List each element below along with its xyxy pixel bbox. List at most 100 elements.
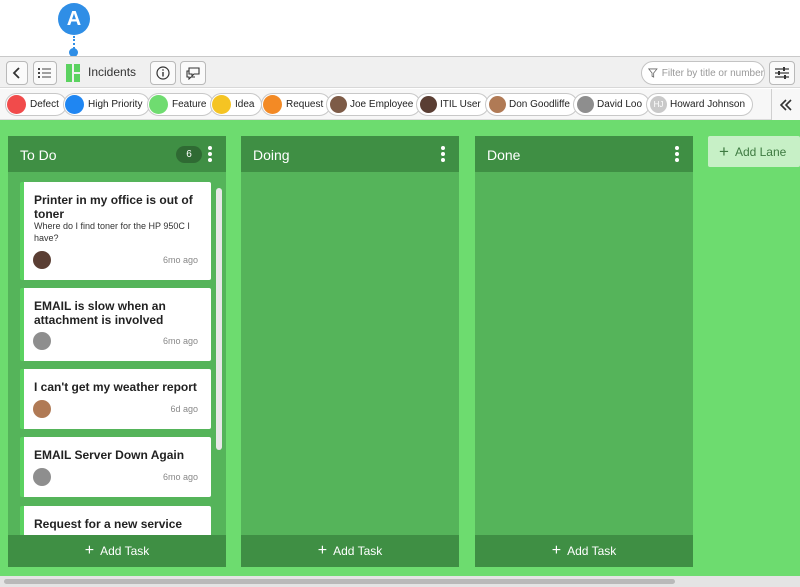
lane-menu-icon[interactable] [204, 145, 216, 163]
tag-label: High Priority [88, 99, 143, 110]
tag-color-dot [7, 95, 26, 114]
people-chip-itil-user[interactable]: ITIL User [416, 93, 489, 116]
card-timestamp: 6mo ago [162, 336, 198, 346]
lane-cards: Printer in my office is out of toner Whe… [8, 172, 226, 535]
lane-header[interactable]: To Do 6 [8, 136, 226, 172]
lane-title: Done [487, 147, 521, 163]
avatar [330, 96, 347, 113]
tag-chip-request[interactable]: Request [261, 93, 332, 116]
add-task-button[interactable]: + Add Task [475, 535, 693, 567]
app-window: A Incidents Filter by title or number De… [0, 0, 800, 587]
lane-menu-icon[interactable] [671, 145, 683, 163]
filter-input[interactable]: Filter by title or number [641, 61, 765, 85]
plus-icon: + [84, 542, 95, 559]
add-lane-label: Add Lane [734, 144, 787, 159]
add-lane-button[interactable]: + Add Lane [708, 136, 800, 167]
callout-badge: A [58, 3, 90, 35]
horizontal-scrollbar[interactable] [0, 576, 800, 587]
tag-chip-defect[interactable]: Defect [5, 93, 67, 116]
task-card[interactable]: Request for a new service [20, 506, 211, 535]
person-label: Don Goodliffe [509, 99, 570, 110]
info-icon [156, 66, 170, 80]
tag-chip-idea[interactable]: Idea [210, 93, 263, 116]
collapse-filter-button[interactable] [771, 89, 800, 120]
toolbar: Incidents Filter by title or number [0, 56, 800, 88]
list-view-button[interactable] [33, 61, 57, 85]
filter-placeholder: Filter by title or number [661, 67, 764, 79]
info-button[interactable] [150, 61, 176, 85]
add-task-button[interactable]: + Add Task [241, 535, 459, 567]
card-title: I can't get my weather report [34, 380, 197, 394]
board-settings-button[interactable] [769, 61, 795, 85]
tag-color-dot [65, 95, 84, 114]
card-timestamp: 6mo ago [162, 255, 198, 265]
avatar-initials: HJ [650, 96, 667, 113]
list-icon [38, 68, 51, 78]
person-label: Joe Employee [350, 99, 414, 110]
avatar [489, 96, 506, 113]
lane-task-count: 6 [176, 146, 202, 163]
lane-to-do: To Do 6 Printer in my office is out of t… [8, 136, 226, 567]
lane-menu-icon[interactable] [437, 145, 449, 163]
people-chip-don-goodliffe[interactable]: Don Goodliffe [485, 93, 578, 116]
lane-scrollbar[interactable] [216, 188, 222, 450]
conversations-button[interactable] [180, 61, 206, 85]
card-title: EMAIL is slow when an attachment is invo… [34, 299, 166, 327]
assignee-avatar [33, 468, 51, 486]
card-description: Where do I find toner for the HP 950C I … [34, 221, 190, 243]
board-logo-icon [66, 64, 80, 82]
people-chip-howard-johnson[interactable]: HJ Howard Johnson [646, 93, 754, 116]
assignee-avatar [33, 332, 51, 350]
person-label: David Loo [597, 99, 643, 110]
plus-icon: + [719, 141, 729, 161]
task-card[interactable]: EMAIL Server Down Again 6mo ago [20, 437, 211, 497]
person-label: Howard Johnson [670, 99, 746, 110]
lane-header[interactable]: Doing [241, 136, 459, 172]
tag-label: Defect [30, 99, 59, 110]
card-title: EMAIL Server Down Again [34, 448, 185, 462]
add-task-button[interactable]: + Add Task [8, 535, 226, 567]
card-title: Request for a new service [34, 517, 183, 531]
sliders-icon [775, 67, 789, 79]
task-card[interactable]: EMAIL is slow when an attachment is invo… [20, 288, 211, 361]
tag-color-dot [263, 95, 282, 114]
people-chip-david-loo[interactable]: David Loo [573, 93, 651, 116]
task-card[interactable]: Printer in my office is out of toner Whe… [20, 182, 211, 280]
assignee-avatar [33, 400, 51, 418]
task-card[interactable]: I can't get my weather report 6d ago [20, 369, 211, 429]
plus-icon: + [551, 542, 562, 559]
chevron-left-icon [12, 67, 20, 79]
tag-label: Feature [172, 99, 207, 110]
lane-title: Doing [253, 147, 290, 163]
card-timestamp: 6d ago [170, 404, 198, 414]
tag-color-dot [212, 95, 231, 114]
avatar [577, 96, 594, 113]
label-filter-bar: Defect High Priority Feature Idea Reques… [0, 89, 800, 120]
scrollbar-thumb[interactable] [4, 579, 675, 584]
filter-icon [648, 68, 658, 78]
add-task-label: Add Task [100, 544, 150, 558]
lane-title: To Do [20, 147, 57, 163]
chat-icon [186, 67, 200, 80]
lane-header[interactable]: Done [475, 136, 693, 172]
people-chip-joe-employee[interactable]: Joe Employee [326, 93, 422, 116]
add-task-label: Add Task [333, 544, 383, 558]
double-chevron-left-icon [780, 98, 792, 111]
tag-color-dot [149, 95, 168, 114]
card-timestamp: 6mo ago [162, 472, 198, 482]
tag-chip-feature[interactable]: Feature [147, 93, 215, 116]
board-canvas: To Do 6 Printer in my office is out of t… [0, 120, 800, 587]
lane-doing: Doing + Add Task [241, 136, 459, 567]
add-task-label: Add Task [567, 544, 617, 558]
plus-icon: + [317, 542, 328, 559]
lane-done: Done + Add Task [475, 136, 693, 567]
board-title: Incidents [88, 65, 137, 79]
tag-label: Idea [235, 99, 255, 110]
person-label: ITIL User [440, 99, 481, 110]
card-title: Printer in my office is out of toner [34, 193, 193, 221]
tag-label: Request [286, 99, 324, 110]
avatar [420, 96, 437, 113]
back-button[interactable] [6, 61, 28, 85]
callout-label: A [66, 7, 82, 30]
tag-chip-high-priority[interactable]: High Priority [63, 93, 151, 116]
